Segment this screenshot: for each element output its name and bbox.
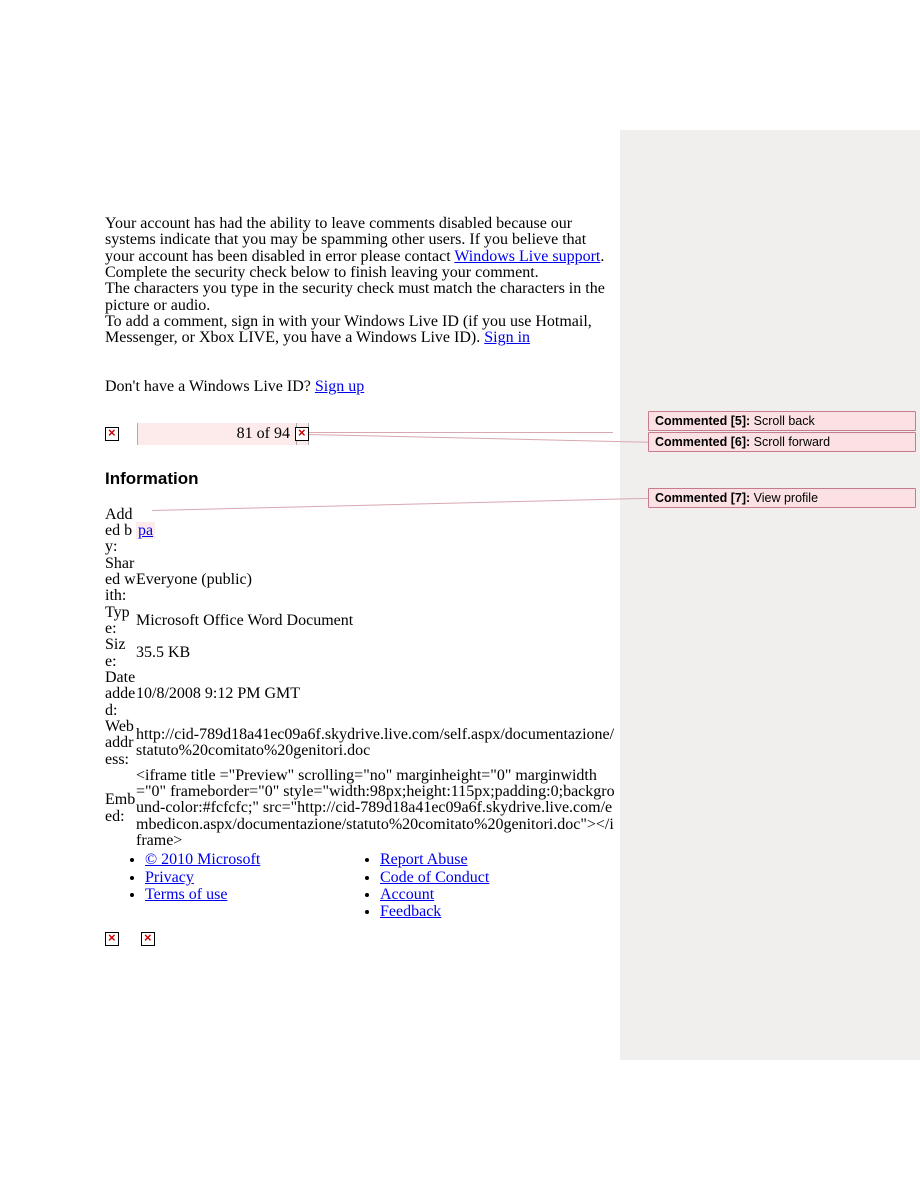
document-body: Your account has had the ability to leav… — [105, 216, 615, 951]
pager-counter-box: 81 of 94 — [137, 423, 297, 445]
web-address-value: http://cid-789d18a41ec09a6f.skydrive.liv… — [136, 719, 615, 768]
scroll-forward-icon[interactable] — [295, 427, 309, 441]
footer-terms-link[interactable]: Terms of use — [145, 886, 227, 903]
type-value: Microsoft Office Word Document — [136, 605, 615, 638]
scroll-back-icon[interactable] — [105, 427, 119, 441]
signin-link[interactable]: Sign in — [484, 329, 530, 346]
comment-text: Scroll forward — [750, 435, 830, 449]
size-value: 35.5 KB — [136, 637, 615, 670]
footer-copyright-link[interactable]: © 2010 Microsoft — [145, 851, 260, 868]
notice-signin: To add a comment, sign in with your Wind… — [105, 314, 615, 347]
comment-bubble-6[interactable]: Commented [6]: Scroll forward — [648, 432, 916, 452]
information-heading: Information — [105, 469, 615, 489]
footer-privacy-link[interactable]: Privacy — [145, 869, 194, 886]
comment-text: View profile — [750, 491, 818, 505]
added-by-link[interactable]: pa — [136, 522, 155, 539]
date-added-label: Date added: — [105, 670, 136, 719]
comment-bubble-5[interactable]: Commented [5]: Scroll back — [648, 411, 916, 431]
comment-bubble-7[interactable]: Commented [7]: View profile — [648, 488, 916, 508]
footer-feedback-link[interactable]: Feedback — [380, 903, 441, 920]
date-added-value: 10/8/2008 9:12 PM GMT — [136, 670, 615, 719]
footer-report-link[interactable]: Report Abuse — [380, 851, 468, 868]
size-label: Size: — [105, 637, 136, 670]
info-table: Added by: pa Shared with: Everyone (publ… — [105, 507, 615, 850]
embed-value: <iframe title ="Preview" scrolling="no" … — [136, 768, 615, 850]
comment-label: Commented [7]: — [655, 491, 750, 505]
comment-label: Commented [5]: — [655, 414, 750, 428]
comment-sidebar — [620, 130, 920, 1060]
notice-char-match: The characters you type in the security … — [105, 281, 615, 314]
footer-conduct-link[interactable]: Code of Conduct — [380, 869, 489, 886]
notice-signup: Don't have a Windows Live ID? Sign up — [105, 379, 615, 395]
shared-with-value: Everyone (public) — [136, 556, 615, 605]
broken-image-icon — [105, 932, 119, 946]
type-label: Type: — [105, 605, 136, 638]
footer-icons — [105, 932, 615, 951]
broken-image-icon — [141, 932, 155, 946]
footer-account-link[interactable]: Account — [380, 886, 434, 903]
comment-label: Commented [6]: — [655, 435, 750, 449]
embed-label: Embed: — [105, 768, 136, 850]
comment-text: Scroll back — [750, 414, 815, 428]
pager-label: 81 of 94 — [237, 425, 290, 443]
added-by-label: Added by: — [105, 507, 136, 556]
shared-with-label: Shared with: — [105, 556, 136, 605]
footer-links: © 2010 Microsoft Privacy Terms of use Re… — [105, 851, 615, 920]
signup-link[interactable]: Sign up — [315, 378, 364, 395]
pager-row: 81 of 94 — [105, 423, 615, 445]
web-address-label: Web address: — [105, 719, 136, 768]
notice-complete-check: Complete the security check below to fin… — [105, 265, 615, 281]
support-link[interactable]: Windows Live support — [454, 248, 600, 265]
notice-paragraph: Your account has had the ability to leav… — [105, 216, 615, 265]
